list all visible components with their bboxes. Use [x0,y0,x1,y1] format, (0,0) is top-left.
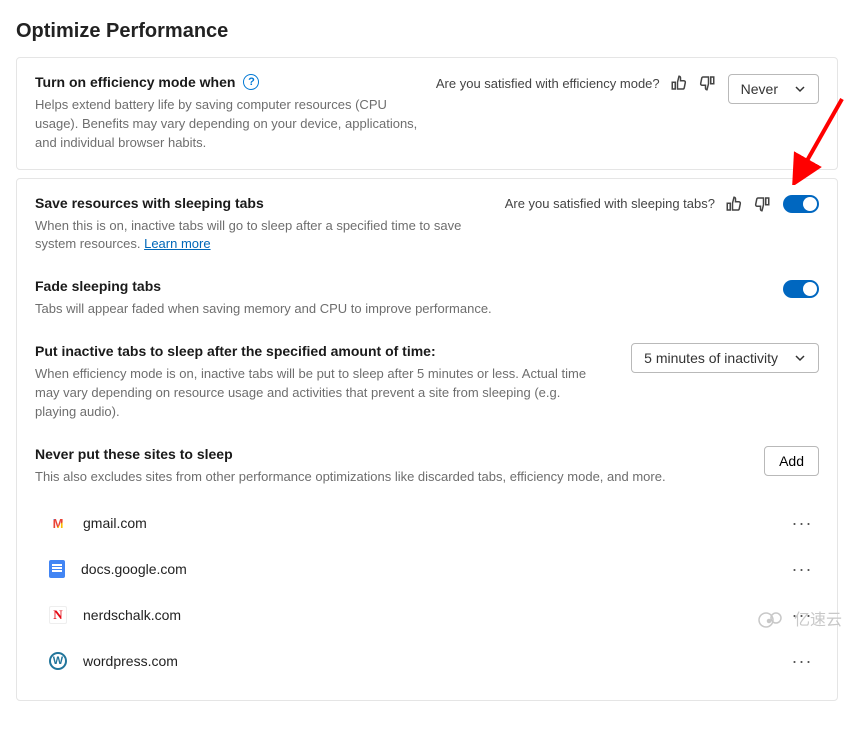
efficiency-desc: Helps extend battery life by saving comp… [35,96,424,153]
more-button[interactable]: ··· [789,556,815,582]
more-button[interactable]: ··· [789,648,815,674]
site-row: Mgmail.com ··· [35,500,819,546]
never-desc: This also excludes sites from other perf… [35,468,752,487]
efficiency-select-value: Never [741,81,778,97]
efficiency-feedback: Are you satisfied with efficiency mode? [436,74,716,92]
chevron-down-icon [794,352,806,364]
page-title: Optimize Performance [16,20,838,43]
thumb-up-icon[interactable] [670,74,688,92]
docs-icon [49,560,65,578]
never-title: Never put these sites to sleep [35,446,233,462]
site-row: Wwordpress.com ··· [35,638,819,684]
fade-toggle[interactable] [783,280,819,298]
efficiency-feedback-q: Are you satisfied with efficiency mode? [436,76,660,91]
site-domain: nerdschalk.com [83,607,773,623]
fade-desc: Tabs will appear faded when saving memor… [35,300,771,319]
sleeping-feedback: Are you satisfied with sleeping tabs? [505,195,771,213]
site-row: Nnerdschalk.com ··· [35,592,819,638]
add-site-button[interactable]: Add [764,446,819,476]
site-row: docs.google.com ··· [35,546,819,592]
fade-title: Fade sleeping tabs [35,278,161,294]
site-domain: wordpress.com [83,653,773,669]
efficiency-select[interactable]: Never [728,74,819,104]
sleeping-desc: When this is on, inactive tabs will go t… [35,217,465,255]
chevron-down-icon [794,83,806,95]
timeout-title: Put inactive tabs to sleep after the spe… [35,343,436,359]
learn-more-link[interactable]: Learn more [144,236,210,251]
help-icon[interactable]: ? [243,74,259,90]
efficiency-card: Turn on efficiency mode when ? Helps ext… [16,57,838,170]
site-list: Mgmail.com···docs.google.com···Nnerdscha… [35,500,819,684]
gmail-icon: M [49,514,67,532]
sleeping-toggle[interactable] [783,195,819,213]
more-button[interactable]: ··· [789,510,815,536]
thumb-down-icon[interactable] [698,74,716,92]
efficiency-title-text: Turn on efficiency mode when [35,74,235,90]
timeout-select-value: 5 minutes of inactivity [644,350,778,366]
more-button[interactable]: ··· [789,602,815,628]
sleeping-card: Save resources with sleeping tabs When t… [16,178,838,702]
wordpress-icon: W [49,652,67,670]
efficiency-title: Turn on efficiency mode when ? [35,74,259,90]
sleeping-feedback-q: Are you satisfied with sleeping tabs? [505,196,715,211]
thumb-down-icon[interactable] [753,195,771,213]
nerdschalk-icon: N [49,606,67,624]
sleeping-desc-text: When this is on, inactive tabs will go t… [35,218,461,252]
site-domain: docs.google.com [81,561,773,577]
sleeping-title: Save resources with sleeping tabs [35,195,264,211]
thumb-up-icon[interactable] [725,195,743,213]
timeout-desc: When efficiency mode is on, inactive tab… [35,365,605,422]
timeout-select[interactable]: 5 minutes of inactivity [631,343,819,373]
site-domain: gmail.com [83,515,773,531]
